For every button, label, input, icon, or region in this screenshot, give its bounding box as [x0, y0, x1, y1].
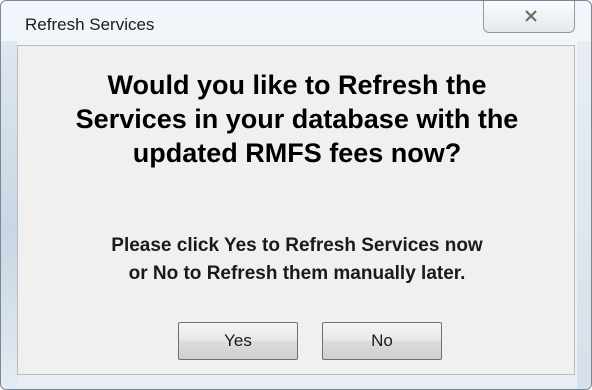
dialog-heading: Would you like to Refresh the Services i… [18, 68, 576, 170]
close-icon [525, 10, 537, 22]
heading-line-2: Services in your database with the [75, 104, 519, 134]
heading-line-3: updated RMFS fees now? [132, 138, 462, 168]
dialog-content: Would you like to Refresh the Services i… [17, 45, 575, 375]
dialog-window: Refresh Services Would you like to Refre… [0, 0, 592, 390]
message-line-2: or No to Refresh them manually later. [128, 263, 466, 284]
yes-button[interactable]: Yes [178, 322, 298, 360]
close-button[interactable] [483, 1, 575, 33]
title-bar[interactable]: Refresh Services [1, 1, 591, 45]
window-title: Refresh Services [25, 15, 155, 34]
no-button[interactable]: No [322, 322, 442, 360]
heading-line-1: Would you like to Refresh the [107, 70, 487, 100]
dialog-message: Please click Yes to Refresh Services now… [18, 232, 576, 288]
message-line-1: Please click Yes to Refresh Services now [111, 235, 483, 256]
